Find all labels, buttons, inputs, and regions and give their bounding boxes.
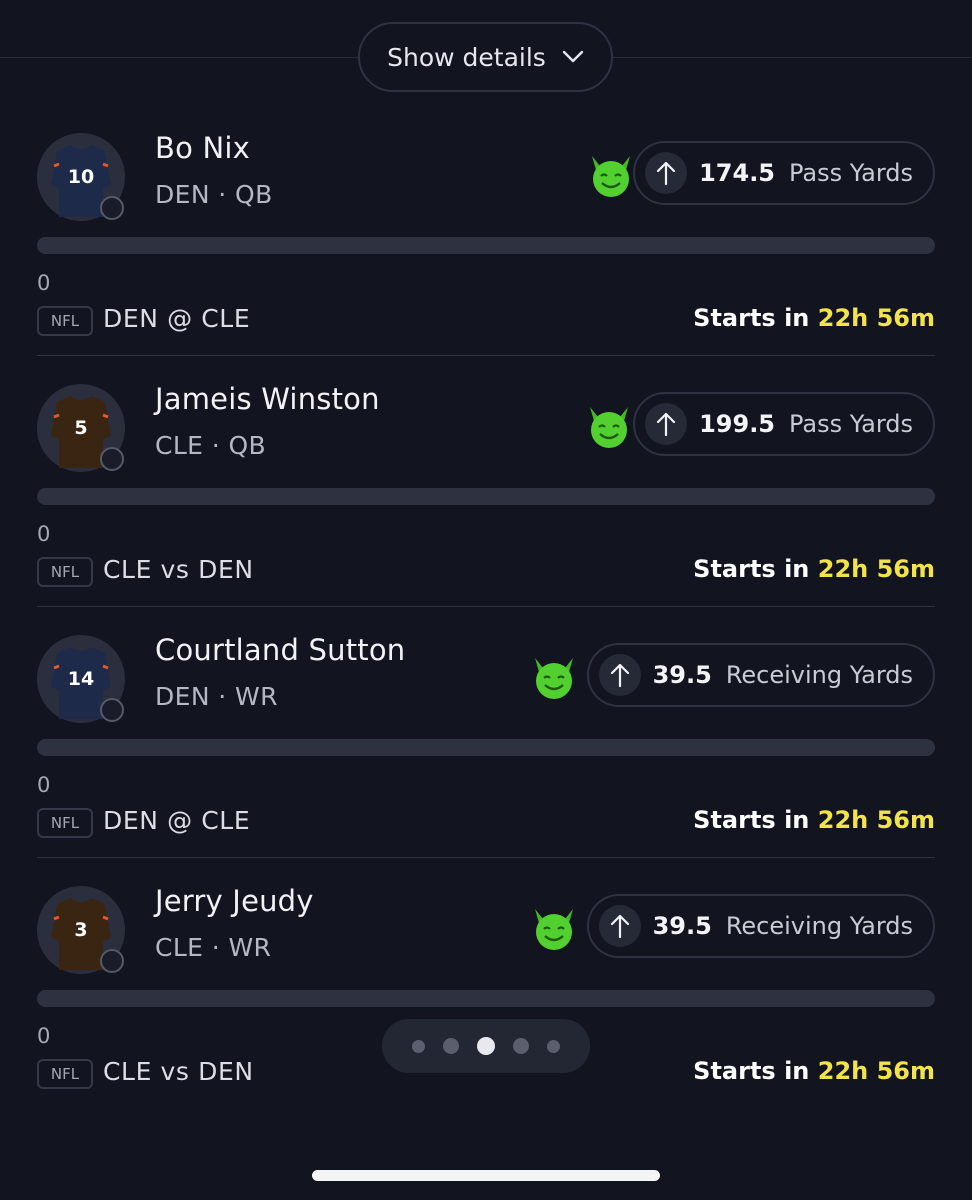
progress-count: 0 [37, 522, 51, 546]
matchup: DEN @ CLE [103, 806, 251, 835]
home-indicator[interactable] [312, 1170, 660, 1181]
svg-text:14: 14 [68, 668, 94, 690]
progress-count: 0 [37, 1024, 51, 1048]
league-badge: NFL [37, 557, 93, 587]
player-avatar: 3 [37, 886, 125, 974]
page-dot[interactable] [547, 1039, 560, 1053]
league-badge: NFL [37, 306, 93, 336]
league-badge: NFL [37, 1059, 93, 1089]
over-under-pill[interactable]: 39.5 Receiving Yards [586, 894, 935, 958]
player-avatar: 14 [37, 635, 125, 723]
svg-text:10: 10 [68, 166, 94, 188]
pick-card[interactable]: 5 Jameis Winston CLE · QB 199.5 Pass Yar… [0, 380, 972, 631]
player-team-position: DEN · QB [155, 180, 273, 209]
arrow-up-icon [645, 152, 688, 194]
start-time: Starts in 22h 56m [693, 555, 935, 583]
card-divider [37, 606, 935, 607]
line-value: 199.5 [699, 410, 776, 438]
page-dot-active[interactable] [477, 1037, 495, 1055]
arrow-up-icon [598, 905, 641, 947]
clock-icon [100, 447, 124, 471]
progress-bar [37, 237, 935, 254]
page-indicator[interactable] [382, 1019, 590, 1073]
line-value: 39.5 [652, 912, 712, 940]
demon-emoji-icon [535, 658, 573, 699]
line-value: 39.5 [652, 661, 712, 689]
demon-emoji-icon [592, 156, 630, 197]
start-time: Starts in 22h 56m [693, 1057, 935, 1085]
player-team-position: DEN · WR [155, 682, 278, 711]
progress-bar [37, 739, 935, 756]
arrow-up-icon [645, 403, 688, 445]
league-badge: NFL [37, 808, 93, 838]
card-divider [37, 857, 935, 858]
player-name: Jerry Jeudy [155, 884, 314, 918]
player-name: Jameis Winston [155, 382, 380, 416]
stat-label: Receiving Yards [725, 661, 913, 689]
page-dot[interactable] [443, 1038, 459, 1054]
player-team-position: CLE · WR [155, 933, 272, 962]
clock-icon [100, 949, 124, 973]
progress-bar [37, 488, 935, 505]
line-value: 174.5 [699, 159, 776, 187]
chevron-down-icon [562, 50, 584, 63]
clock-icon [100, 698, 124, 722]
over-under-pill[interactable]: 199.5 Pass Yards [633, 392, 935, 456]
clock-icon [100, 196, 124, 220]
arrow-up-icon [598, 654, 641, 696]
progress-bar [37, 990, 935, 1007]
start-time: Starts in 22h 56m [693, 806, 935, 834]
over-under-pill[interactable]: 174.5 Pass Yards [633, 141, 935, 205]
pick-card[interactable]: 3 Jerry Jeudy CLE · WR 39.5 Receiving Ya… [0, 882, 972, 1133]
stat-label: Receiving Yards [725, 912, 913, 940]
player-name: Bo Nix [155, 131, 250, 165]
stat-label: Pass Yards [789, 159, 913, 187]
page-dot[interactable] [513, 1038, 529, 1054]
demon-emoji-icon [590, 407, 628, 448]
matchup: CLE vs DEN [103, 555, 254, 584]
start-time: Starts in 22h 56m [693, 304, 935, 332]
over-under-pill[interactable]: 39.5 Receiving Yards [586, 643, 935, 707]
demon-emoji-icon [535, 909, 573, 950]
player-avatar: 10 [37, 133, 125, 221]
card-divider [37, 355, 935, 356]
page-dot[interactable] [412, 1039, 425, 1053]
svg-text:3: 3 [74, 919, 87, 941]
pick-card[interactable]: 14 Courtland Sutton DEN · WR 39.5 Receiv… [0, 631, 972, 882]
show-details-label: Show details [387, 42, 546, 72]
stat-label: Pass Yards [789, 410, 913, 438]
pick-card[interactable]: 10 Bo Nix DEN · QB 174.5 Pass Yards 0 NF… [0, 129, 972, 380]
player-avatar: 5 [37, 384, 125, 472]
player-team-position: CLE · QB [155, 431, 267, 460]
show-details-button[interactable]: Show details [358, 22, 613, 92]
player-name: Courtland Sutton [155, 633, 406, 667]
matchup: DEN @ CLE [103, 304, 251, 333]
progress-count: 0 [37, 773, 51, 797]
matchup: CLE vs DEN [103, 1057, 254, 1086]
progress-count: 0 [37, 271, 51, 295]
svg-text:5: 5 [74, 417, 87, 439]
